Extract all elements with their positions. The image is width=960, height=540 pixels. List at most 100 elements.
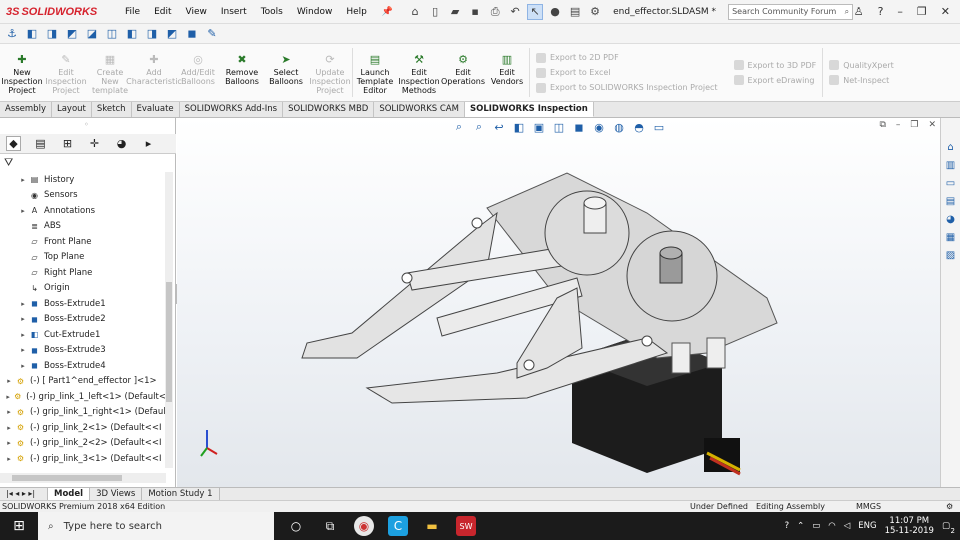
tree-item-boss-extrude3[interactable]: ▸ ◼ Boss-Extrude3	[0, 343, 166, 359]
property-manager-tab-icon[interactable]: ▤	[33, 136, 48, 151]
tab-evaluate[interactable]: Evaluate	[132, 102, 180, 117]
minimize-icon[interactable]: –	[897, 5, 903, 18]
notification-center-icon[interactable]: ▢ 2	[942, 521, 955, 535]
panel-more-arrow-icon[interactable]: ▸	[141, 136, 156, 151]
menu-item-edit[interactable]: Edit	[147, 7, 178, 17]
cortana-icon[interactable]: ○	[286, 516, 306, 536]
tab-solidworks-add-ins[interactable]: SOLIDWORKS Add-Ins	[180, 102, 284, 117]
expand-arrow-icon[interactable]: ▸	[18, 331, 28, 339]
solidworks-resources-icon[interactable]: ⌂	[944, 140, 958, 154]
sketch-pencil-icon[interactable]: ✎	[204, 26, 220, 42]
tree-item-abs[interactable]: ≣ ABS	[0, 219, 166, 235]
tab-assembly[interactable]: Assembly	[0, 102, 52, 117]
ribbon-export-edrawing[interactable]: Export eDrawing	[733, 75, 817, 85]
menu-item-view[interactable]: View	[179, 7, 214, 17]
tray-expand-icon[interactable]: ⌃	[797, 521, 804, 531]
configuration-manager-tab-icon[interactable]: ⊞	[60, 136, 75, 151]
tree-item-sensors[interactable]: ◉ Sensors	[0, 188, 166, 204]
tree-item-boss-extrude4[interactable]: ▸ ◼ Boss-Extrude4	[0, 358, 166, 374]
ribbon-export-to-solidworks-inspection-project[interactable]: Export to SOLIDWORKS Inspection Project	[536, 82, 718, 93]
expand-arrow-icon[interactable]: ▸	[18, 300, 28, 308]
restore-icon[interactable]: ❐	[917, 5, 927, 18]
expand-arrow-icon[interactable]: ▸	[4, 393, 12, 401]
expand-arrow-icon[interactable]: ▸	[18, 362, 28, 370]
tab-sketch[interactable]: Sketch	[92, 102, 132, 117]
input-language[interactable]: ENG	[858, 521, 876, 531]
ribbon-button-new-inspection-project[interactable]: ✚ New Inspection Project	[0, 44, 44, 101]
expand-arrow-icon[interactable]: ▸	[18, 207, 28, 215]
expand-arrow-icon[interactable]: ▸	[18, 315, 28, 323]
view-cube-front-icon[interactable]: ◨	[44, 26, 60, 42]
help-icon[interactable]: ?	[878, 5, 884, 18]
tree-vertical-scrollbar[interactable]	[165, 172, 173, 468]
select-cursor-icon[interactable]: ↖	[527, 3, 544, 20]
tree-item-cut-extrude1[interactable]: ▸ ◧ Cut-Extrude1	[0, 327, 166, 343]
tab-solidworks-cam[interactable]: SOLIDWORKS CAM	[374, 102, 465, 117]
tab-3d-views[interactable]: 3D Views	[90, 488, 143, 500]
ribbon-export-to-2d-pdf[interactable]: Export to 2D PDF	[536, 52, 718, 63]
view-cube-right-icon[interactable]: ◪	[84, 26, 100, 42]
search-icon[interactable]: ⌕	[845, 7, 849, 17]
ribbon-button-launch-template-editor[interactable]: ▤ Launch Template Editor	[353, 44, 397, 101]
gripper-model-render[interactable]	[177, 118, 940, 487]
ribbon-button-edit-inspection-project[interactable]: ✎ Edit Inspection Project	[44, 44, 88, 101]
menu-item-file[interactable]: File	[118, 7, 147, 17]
menu-item-tools[interactable]: Tools	[254, 7, 290, 17]
tree-item-grip-link-1-left-1-default[interactable]: ▸ ⚙ (-) grip_link_1_left<1> (Default<	[0, 389, 166, 405]
open-folder-icon[interactable]: ▰	[447, 4, 463, 20]
tab-model[interactable]: Model	[48, 488, 91, 500]
tree-horizontal-scrollbar[interactable]	[0, 473, 166, 483]
expand-arrow-icon[interactable]: ▸	[18, 176, 28, 184]
tree-item-part1-end-effector-1[interactable]: ▸ ⚙ (-) [ Part1^end_effector ]<1>	[0, 374, 166, 390]
new-document-icon[interactable]: ▯	[427, 4, 443, 20]
taskbar-search-input[interactable]: ⌕ Type here to search	[38, 512, 274, 540]
options-gear-icon[interactable]: ⚙	[587, 4, 603, 20]
tab-motion-study-1[interactable]: Motion Study 1	[142, 488, 220, 500]
close-icon[interactable]: ✕	[941, 5, 950, 18]
pin-icon[interactable]: 📌	[382, 7, 393, 17]
ribbon-export-to-excel[interactable]: Export to Excel	[536, 67, 718, 78]
feature-manager-tab-icon[interactable]: ◆	[6, 136, 21, 151]
panel-grip-icon[interactable]: ◦	[84, 120, 89, 129]
wifi-icon[interactable]: ◠	[828, 521, 835, 531]
menu-item-insert[interactable]: Insert	[214, 7, 254, 17]
expand-arrow-icon[interactable]: ▸	[18, 346, 28, 354]
appearances-icon[interactable]: ◕	[944, 212, 958, 226]
ribbon-button-select-balloons[interactable]: ➤ Select Balloons	[264, 44, 308, 101]
tree-item-front-plane[interactable]: ▱ Front Plane	[0, 234, 166, 250]
print-icon[interactable]: ⎙	[487, 4, 503, 20]
tree-item-grip-link-3-1-default-i[interactable]: ▸ ⚙ (-) grip_link_3<1> (Default<<I	[0, 451, 166, 467]
file-explorer-icon[interactable]: ▬	[422, 516, 442, 536]
solidworks-taskbar-icon[interactable]: SW	[456, 516, 476, 536]
view-cube-bottom-icon[interactable]: ◨	[144, 26, 160, 42]
tab-solidworks-inspection[interactable]: SOLIDWORKS Inspection	[464, 102, 594, 117]
tree-item-boss-extrude1[interactable]: ▸ ◼ Boss-Extrude1	[0, 296, 166, 312]
tree-item-boss-extrude2[interactable]: ▸ ◼ Boss-Extrude2	[0, 312, 166, 328]
filter-icon[interactable]: ⛛	[4, 156, 13, 170]
ribbon-button-edit-vendors[interactable]: ▥ Edit Vendors	[485, 44, 529, 101]
ribbon-button-update-inspection-project[interactable]: ⟳ Update Inspection Project	[308, 44, 352, 101]
view-cube-icon[interactable]: ◧	[24, 26, 40, 42]
view-cube-top-icon[interactable]: ◩	[64, 26, 80, 42]
view-cube-iso-icon[interactable]: ◫	[104, 26, 120, 42]
taskbar-clock[interactable]: 11:07 PM 15-11-2019	[885, 516, 934, 536]
tree-item-top-plane[interactable]: ▱ Top Plane	[0, 250, 166, 266]
save-icon[interactable]: ▪	[467, 4, 483, 20]
tree-item-grip-link-1-right-1-defaul[interactable]: ▸ ⚙ (-) grip_link_1_right<1> (Defaul	[0, 405, 166, 421]
ribbon-qualityxpert[interactable]: QualityXpert	[829, 60, 894, 70]
home-icon[interactable]: ⌂	[407, 4, 423, 20]
file-properties-icon[interactable]: ▤	[567, 4, 583, 20]
tree-item-annotations[interactable]: ▸ A Annotations	[0, 203, 166, 219]
tree-item-right-plane[interactable]: ▱ Right Plane	[0, 265, 166, 281]
tree-item-history[interactable]: ▸ ▤ History	[0, 172, 166, 188]
ribbon-export-to-3d-pdf[interactable]: Export to 3D PDF	[733, 60, 816, 70]
ribbon-button-edit-operations[interactable]: ⚙ Edit Operations	[441, 44, 485, 101]
view-cube-solid-icon[interactable]: ◼	[184, 26, 200, 42]
view-palette-icon[interactable]: ▤	[944, 194, 958, 208]
ribbon-button-remove-balloons[interactable]: ✖ Remove Balloons	[220, 44, 264, 101]
ribbon-button-add-characteristic[interactable]: ✚ Add Characteristic	[126, 44, 182, 101]
dimxpert-tab-icon[interactable]: ✛	[87, 136, 102, 151]
tree-item-origin[interactable]: ↳ Origin	[0, 281, 166, 297]
traffic-light-icon[interactable]: ●	[547, 4, 563, 20]
forum-icon[interactable]: ▨	[944, 248, 958, 262]
